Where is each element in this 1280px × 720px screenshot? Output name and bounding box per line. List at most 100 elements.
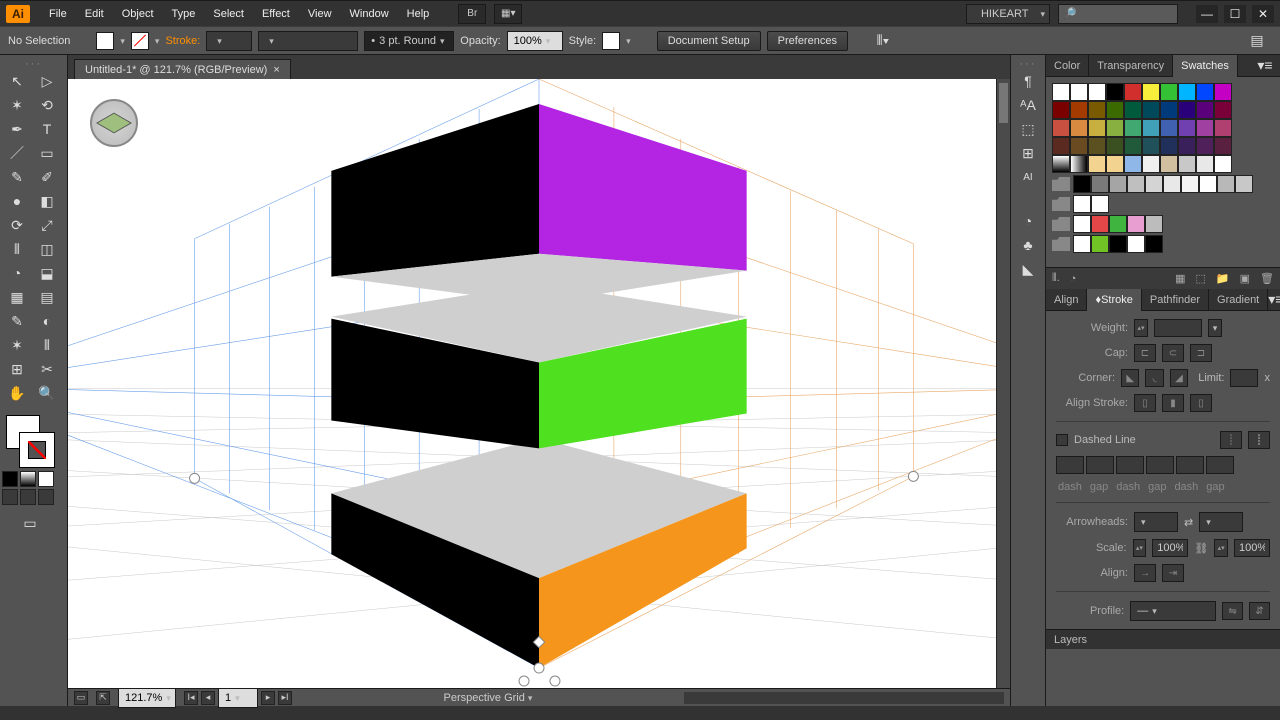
eyedropper-tool[interactable]: ✎ bbox=[2, 309, 32, 333]
close-button[interactable]: ✕ bbox=[1252, 5, 1274, 23]
graphic-style-swatch[interactable] bbox=[602, 32, 620, 50]
zoom-level-dropdown[interactable]: 121.7% bbox=[118, 688, 176, 708]
dash-preserve-button[interactable]: ┊ bbox=[1220, 431, 1242, 449]
swatch-group-icon[interactable] bbox=[1052, 237, 1070, 251]
swatch[interactable] bbox=[1106, 101, 1124, 119]
swatch[interactable] bbox=[1052, 101, 1070, 119]
swap-arrowheads-icon[interactable]: ⇄ bbox=[1184, 516, 1193, 529]
swatch-group-icon[interactable] bbox=[1052, 197, 1070, 211]
rotate-tool[interactable]: ⟳ bbox=[2, 213, 32, 237]
tab-align[interactable]: Align bbox=[1046, 289, 1087, 311]
tab-transparency[interactable]: Transparency bbox=[1089, 55, 1173, 77]
brushes-panel-icon[interactable]: ◣ bbox=[1013, 257, 1043, 281]
color-mode-button[interactable] bbox=[2, 471, 18, 487]
swatch[interactable] bbox=[1070, 119, 1088, 137]
swatch[interactable] bbox=[1160, 155, 1178, 173]
swatch[interactable] bbox=[1088, 101, 1106, 119]
weight-stepper[interactable]: ▴▾ bbox=[1134, 319, 1148, 337]
bridge-icon[interactable]: Br bbox=[458, 4, 486, 24]
arrange-documents-icon[interactable]: ▦▾ bbox=[494, 4, 522, 24]
close-tab-icon[interactable]: × bbox=[273, 64, 279, 76]
tab-color[interactable]: Color bbox=[1046, 55, 1089, 77]
swatch[interactable] bbox=[1160, 137, 1178, 155]
swatch[interactable] bbox=[1196, 83, 1214, 101]
swatch[interactable] bbox=[1088, 155, 1106, 173]
draw-inside-button[interactable] bbox=[38, 489, 54, 505]
draw-behind-button[interactable] bbox=[20, 489, 36, 505]
align-stroke-inside-button[interactable]: ▮ bbox=[1162, 394, 1184, 412]
swatch[interactable] bbox=[1070, 155, 1088, 173]
tab-swatches[interactable]: Swatches bbox=[1173, 55, 1238, 77]
magic-wand-tool[interactable]: ✶ bbox=[2, 93, 32, 117]
swatch[interactable] bbox=[1106, 83, 1124, 101]
blend-tool[interactable]: ◐ bbox=[32, 309, 62, 333]
variable-width-profile-dropdown[interactable]: • 3 pt. Round bbox=[364, 31, 454, 51]
swatch[interactable] bbox=[1073, 175, 1091, 193]
gradient-tool[interactable]: ▤ bbox=[32, 285, 62, 309]
eraser-tool[interactable]: ◧ bbox=[32, 189, 62, 213]
symbol-sprayer-tool[interactable]: ✶ bbox=[2, 333, 32, 357]
scale-start-input[interactable] bbox=[1152, 539, 1188, 557]
flip-along-button[interactable]: ⇋ bbox=[1222, 602, 1243, 620]
swatch[interactable] bbox=[1091, 195, 1109, 213]
document-tab[interactable]: Untitled-1* @ 121.7% (RGB/Preview) × bbox=[74, 59, 291, 79]
pencil-tool[interactable]: ✐ bbox=[32, 165, 62, 189]
maximize-button[interactable]: ☐ bbox=[1224, 5, 1246, 23]
stroke-swatch[interactable] bbox=[131, 32, 149, 50]
swatch[interactable] bbox=[1070, 101, 1088, 119]
swatch[interactable] bbox=[1052, 137, 1070, 155]
corner-miter-button[interactable]: ◣ bbox=[1121, 369, 1139, 387]
zoom-tool[interactable]: 🔍 bbox=[32, 381, 62, 405]
menu-effect[interactable]: Effect bbox=[253, 2, 299, 26]
none-mode-button[interactable] bbox=[38, 471, 54, 487]
swatch[interactable] bbox=[1109, 175, 1127, 193]
swatch[interactable] bbox=[1109, 215, 1127, 233]
swatch[interactable] bbox=[1106, 155, 1124, 173]
stroke-weight-dropdown[interactable] bbox=[206, 31, 252, 51]
swatch[interactable] bbox=[1052, 155, 1070, 173]
swatch[interactable] bbox=[1091, 175, 1109, 193]
swatch[interactable] bbox=[1142, 83, 1160, 101]
stroke-color[interactable] bbox=[20, 433, 54, 467]
link-scales-icon[interactable]: ⛓ bbox=[1194, 542, 1208, 555]
fill-swatch[interactable] bbox=[96, 32, 114, 50]
preferences-button[interactable]: Preferences bbox=[767, 31, 848, 51]
lasso-tool[interactable]: ⟲ bbox=[32, 93, 62, 117]
dash-input[interactable] bbox=[1056, 456, 1084, 474]
gap-input[interactable] bbox=[1086, 456, 1114, 474]
swatch[interactable] bbox=[1214, 155, 1232, 173]
gap-input[interactable] bbox=[1206, 456, 1234, 474]
swatch[interactable] bbox=[1178, 137, 1196, 155]
opacity-dropdown[interactable]: 100% bbox=[507, 31, 563, 51]
orientation-button[interactable]: ▭ bbox=[74, 691, 88, 705]
swatch[interactable] bbox=[1145, 175, 1163, 193]
align-stroke-center-button[interactable]: ▯ bbox=[1134, 394, 1156, 412]
swatch[interactable] bbox=[1052, 119, 1070, 137]
swatch[interactable] bbox=[1088, 137, 1106, 155]
appearance-panel-icon[interactable]: ◔ bbox=[1013, 209, 1043, 233]
menu-view[interactable]: View bbox=[299, 2, 341, 26]
first-artboard-button[interactable]: I◂ bbox=[184, 691, 198, 705]
weight-dropdown[interactable] bbox=[1208, 319, 1222, 337]
cap-butt-button[interactable]: ⊏ bbox=[1134, 344, 1156, 362]
swatch[interactable] bbox=[1124, 101, 1142, 119]
menu-edit[interactable]: Edit bbox=[76, 2, 113, 26]
selection-tool[interactable]: ↖ bbox=[2, 69, 32, 93]
column-graph-tool[interactable]: ⫴ bbox=[32, 333, 62, 357]
share-button[interactable]: ⇱ bbox=[96, 691, 110, 705]
width-tool[interactable]: ⫴ bbox=[2, 237, 32, 261]
swatch[interactable] bbox=[1178, 155, 1196, 173]
tab-pathfinder[interactable]: Pathfinder bbox=[1142, 289, 1209, 311]
actions-panel-icon[interactable]: AI bbox=[1013, 165, 1043, 189]
delete-swatch-icon[interactable]: 🗑 bbox=[1260, 272, 1274, 285]
dash-input[interactable] bbox=[1176, 456, 1204, 474]
swatch-group-icon[interactable] bbox=[1052, 217, 1070, 231]
swatch[interactable] bbox=[1127, 175, 1145, 193]
arrow-start-dropdown[interactable] bbox=[1134, 512, 1178, 532]
tab-gradient[interactable]: Gradient bbox=[1209, 289, 1268, 311]
swatch[interactable] bbox=[1073, 215, 1091, 233]
menu-window[interactable]: Window bbox=[341, 2, 398, 26]
menu-type[interactable]: Type bbox=[163, 2, 205, 26]
swatch[interactable] bbox=[1181, 175, 1199, 193]
arrow-end-dropdown[interactable] bbox=[1199, 512, 1243, 532]
